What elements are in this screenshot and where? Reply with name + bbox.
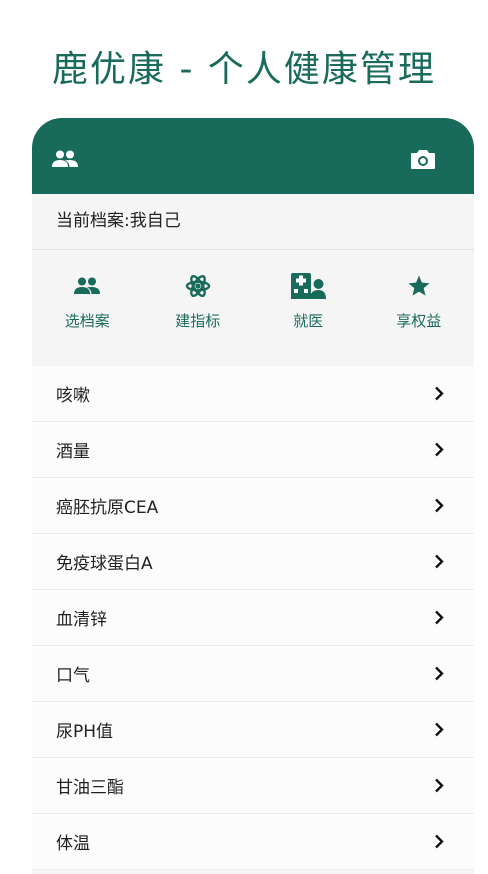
main-card: 当前档案:我自己 选档案 建指标 就医 享权益 咳嗽 酒量 癌胚抗原CEA 免疫…	[32, 118, 474, 874]
chevron-right-icon	[434, 834, 444, 854]
chevron-right-icon	[434, 498, 444, 518]
list-item[interactable]: 癌胚抗原CEA	[32, 478, 474, 534]
star-icon	[407, 272, 431, 300]
list-item[interactable]: 免疫球蛋白A	[32, 534, 474, 590]
enjoy-benefits-button[interactable]: 享权益	[364, 250, 475, 366]
people-icon	[73, 272, 101, 300]
chevron-right-icon	[434, 722, 444, 742]
atom-icon	[185, 272, 211, 300]
action-label: 就医	[293, 312, 324, 330]
list-item[interactable]: 尿PH值	[32, 702, 474, 758]
select-profile-button[interactable]: 选档案	[32, 250, 143, 366]
action-label: 享权益	[396, 312, 442, 330]
chevron-right-icon	[434, 386, 444, 406]
list-item[interactable]: 酒量	[32, 422, 474, 478]
list-item[interactable]: 口气	[32, 646, 474, 702]
app-title: 鹿优康 - 个人健康管理	[52, 49, 436, 90]
action-label: 建指标	[175, 312, 221, 330]
chevron-right-icon	[434, 778, 444, 798]
hospital-icon	[290, 272, 327, 300]
list-item[interactable]: 体温	[32, 814, 474, 870]
chevron-right-icon	[434, 666, 444, 686]
card-header	[32, 118, 474, 194]
action-label: 选档案	[64, 312, 110, 330]
camera-icon[interactable]	[410, 149, 436, 174]
chevron-right-icon	[434, 610, 444, 630]
list-item[interactable]: 咳嗽	[32, 366, 474, 422]
chevron-right-icon	[434, 554, 444, 574]
see-doctor-button[interactable]: 就医	[253, 250, 364, 366]
create-indicator-button[interactable]: 建指标	[143, 250, 254, 366]
people-icon[interactable]	[52, 150, 78, 172]
indicator-list: 咳嗽 酒量 癌胚抗原CEA 免疫球蛋白A 血清锌 口气 尿PH值 甘油三酯 体温	[32, 366, 474, 870]
chevron-right-icon	[434, 442, 444, 462]
list-item[interactable]: 甘油三酯	[32, 758, 474, 814]
quick-actions: 选档案 建指标 就医 享权益	[32, 250, 474, 366]
current-profile: 当前档案:我自己	[32, 194, 474, 250]
list-item[interactable]: 血清锌	[32, 590, 474, 646]
